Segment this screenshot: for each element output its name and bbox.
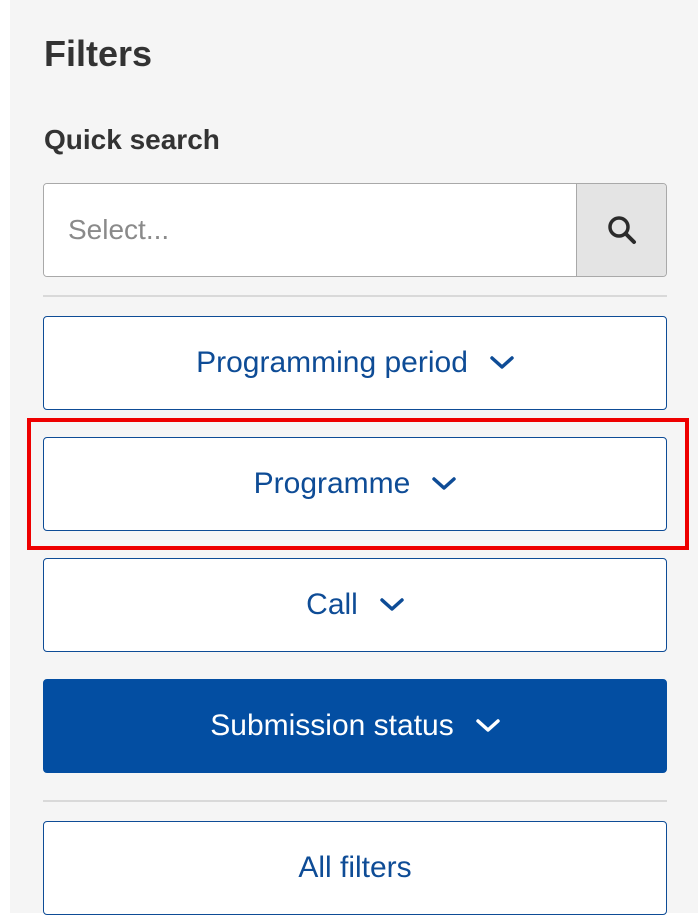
chevron-down-icon bbox=[380, 598, 404, 611]
submission-status-dropdown[interactable]: Submission status bbox=[43, 679, 667, 773]
programme-label: Programme bbox=[253, 467, 411, 500]
all-filters-label: All filters bbox=[298, 851, 412, 884]
divider bbox=[43, 295, 667, 297]
divider bbox=[43, 800, 667, 802]
chevron-down-icon bbox=[432, 477, 457, 490]
quick-search-input[interactable] bbox=[44, 184, 577, 276]
quick-search-box bbox=[43, 183, 667, 277]
programming-period-dropdown[interactable]: Programming period bbox=[43, 316, 667, 410]
call-label: Call bbox=[306, 588, 358, 621]
chevron-down-icon bbox=[475, 719, 500, 732]
quick-search-label: Quick search bbox=[44, 124, 220, 155]
all-filters-button[interactable]: All filters bbox=[43, 821, 667, 915]
programming-period-label: Programming period bbox=[196, 346, 468, 379]
call-dropdown[interactable]: Call bbox=[43, 558, 667, 652]
submission-status-label: Submission status bbox=[210, 709, 454, 742]
search-icon bbox=[607, 216, 636, 244]
chevron-down-icon bbox=[490, 356, 514, 369]
programme-dropdown[interactable]: Programme bbox=[43, 437, 667, 531]
search-button[interactable] bbox=[576, 184, 666, 276]
filters-title: Filters bbox=[44, 33, 153, 74]
